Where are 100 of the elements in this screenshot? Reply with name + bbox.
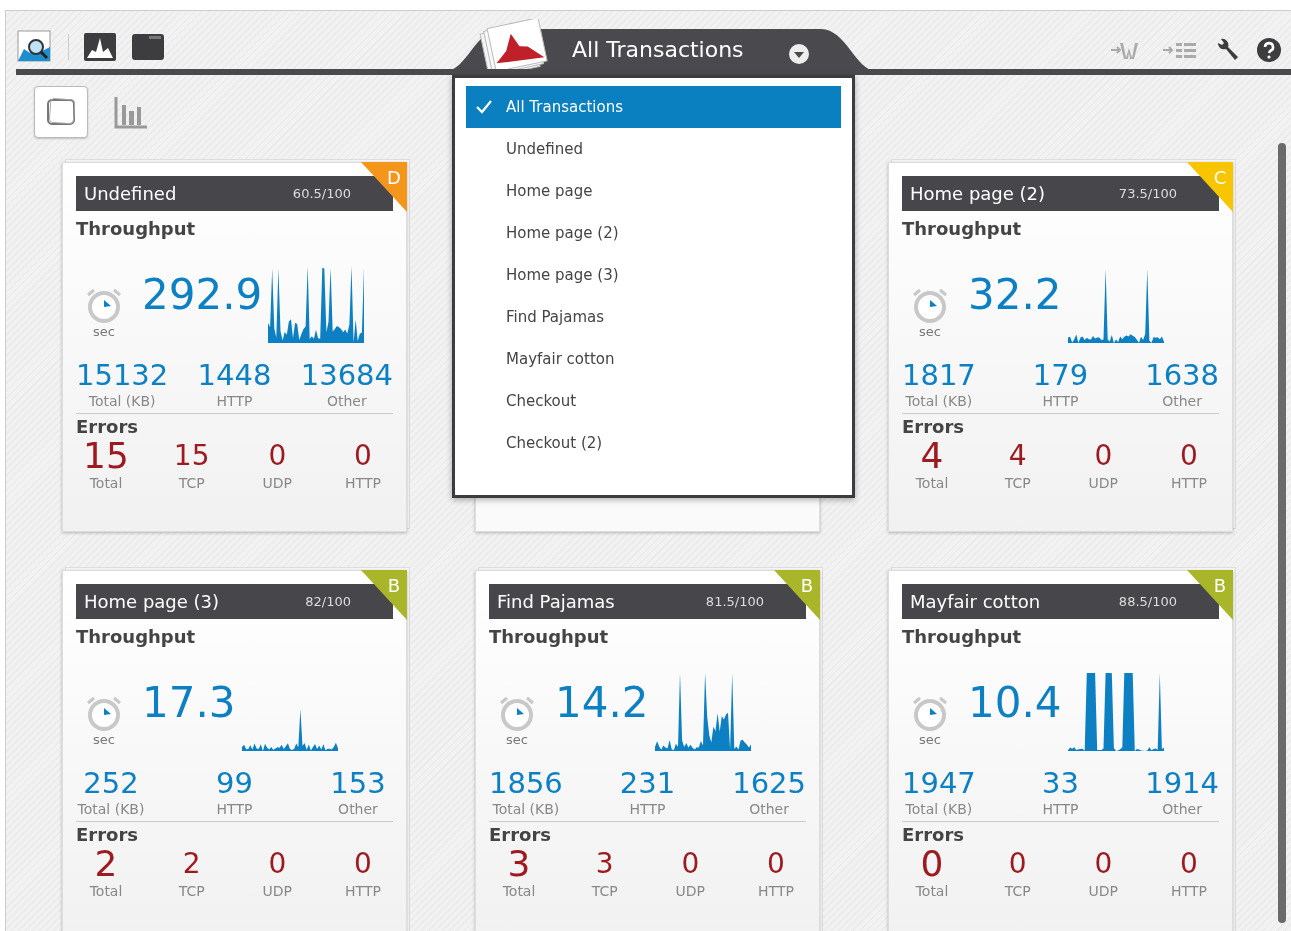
traffic-label: HTTP (629, 801, 666, 817)
traffic-label: HTTP (1042, 801, 1079, 817)
transaction-name: Mayfair cotton (910, 591, 1041, 612)
error-label: HTTP (758, 883, 794, 899)
grade-badge: B (1187, 570, 1233, 620)
traffic-label: Other (327, 393, 367, 409)
folder-icon[interactable] (131, 33, 165, 61)
search-chart-icon[interactable] (16, 29, 54, 65)
error-label: TCP (591, 883, 618, 899)
error-label: HTTP (345, 883, 381, 899)
menu-item[interactable]: All Transactions (466, 86, 841, 128)
help-icon[interactable] (1256, 37, 1282, 63)
unit-label: sec (93, 324, 115, 339)
error-count: 0 (268, 846, 287, 882)
menu-item[interactable]: Mayfair cotton (466, 338, 841, 380)
error-count: 4 (1008, 438, 1027, 474)
error-label: UDP (1088, 475, 1119, 491)
error-label: TCP (1004, 883, 1031, 899)
traffic-value: 1914 (1145, 765, 1219, 801)
traffic-value: 1638 (1145, 357, 1219, 393)
menu-item[interactable]: Checkout (466, 380, 841, 422)
grade-badge: D (361, 162, 407, 212)
section-title: Throughput (902, 218, 1023, 239)
menu-item[interactable]: Home page (2) (466, 212, 841, 254)
traffic-value: 1625 (732, 765, 806, 801)
unit-label: sec (919, 324, 941, 339)
score: 88.5/100 (1118, 594, 1177, 609)
dropdown-button[interactable] (788, 43, 810, 65)
traffic-label: Total (KB) (77, 801, 145, 817)
traffic-value: 252 (83, 765, 139, 801)
unit-label: sec (506, 732, 528, 747)
unit-label: sec (919, 732, 941, 747)
traffic-value: 153 (330, 765, 386, 801)
score: 73.5/100 (1118, 186, 1177, 201)
error-label: Total (502, 883, 536, 899)
stopwatch-icon (84, 694, 124, 732)
grade-badge: C (1187, 162, 1233, 212)
transaction-name: Home page (3) (84, 591, 220, 612)
error-label: Total (89, 883, 123, 899)
transaction-name: Home page (2) (910, 183, 1046, 204)
throughput-value: 17.3 (142, 678, 236, 727)
traffic-label: Other (1162, 801, 1202, 817)
checkmark-icon (476, 100, 492, 114)
traffic-label: Total (KB) (492, 801, 560, 817)
score: 82/100 (305, 594, 351, 609)
menu-item[interactable]: Find Pajamas (466, 296, 841, 338)
menu-item[interactable]: Undefined (466, 128, 841, 170)
section-title: Errors (489, 824, 552, 845)
error-count: 0 (767, 846, 785, 882)
stopwatch-icon (910, 286, 950, 324)
error-count: 0 (268, 438, 287, 474)
grade-badge: B (774, 570, 820, 620)
view-toggle[interactable] (34, 86, 88, 138)
stopwatch-icon (497, 694, 537, 732)
error-label: UDP (262, 475, 293, 491)
stopwatch-icon (84, 286, 124, 324)
traffic-label: HTTP (216, 393, 253, 409)
traffic-value: 231 (619, 765, 676, 801)
section-title: Throughput (489, 626, 610, 647)
score: 60.5/100 (292, 186, 351, 201)
error-label: Total (915, 883, 949, 899)
traffic-value: 1856 (489, 765, 563, 801)
error-count: 0 (354, 438, 372, 474)
section-title: Errors (902, 416, 965, 437)
error-count: 0 (681, 846, 700, 882)
error-count: 15 (83, 437, 129, 475)
chart-icon[interactable] (83, 32, 117, 62)
error-count: 2 (94, 845, 118, 883)
traffic-value: 1817 (902, 357, 976, 393)
error-label: HTTP (1171, 475, 1207, 491)
traffic-label: HTTP (216, 801, 253, 817)
menu-item[interactable]: Checkout (2) (466, 422, 841, 464)
error-count: 4 (920, 437, 944, 475)
section-title: Errors (76, 824, 139, 845)
menu-item[interactable]: Home page (466, 170, 841, 212)
throughput-value: 32.2 (968, 270, 1062, 319)
transaction-name: Undefined (84, 183, 177, 204)
traffic-label: Total (KB) (88, 393, 156, 409)
section-title: Throughput (902, 626, 1023, 647)
section-title: Errors (902, 824, 965, 845)
error-label: HTTP (1171, 883, 1207, 899)
traffic-value: 179 (1032, 357, 1089, 393)
section-title: Throughput (76, 218, 197, 239)
error-count: 15 (173, 438, 210, 474)
error-label: UDP (262, 883, 293, 899)
traffic-label: Other (749, 801, 789, 817)
error-label: TCP (1004, 475, 1031, 491)
error-label: TCP (178, 475, 205, 491)
score: 81.5/100 (705, 594, 764, 609)
grade-badge: B (361, 570, 407, 620)
traffic-value: 13684 (300, 357, 393, 393)
error-count: 0 (920, 845, 944, 883)
traffic-value: 1448 (197, 357, 272, 393)
bar-chart-icon (114, 95, 148, 129)
scrollbar[interactable] (1278, 143, 1286, 923)
traffic-value: 33 (1042, 765, 1079, 801)
menu-item[interactable]: Home page (3) (466, 254, 841, 296)
error-label: HTTP (345, 475, 381, 491)
section-title: Throughput (76, 626, 197, 647)
error-count: 0 (1094, 846, 1113, 882)
